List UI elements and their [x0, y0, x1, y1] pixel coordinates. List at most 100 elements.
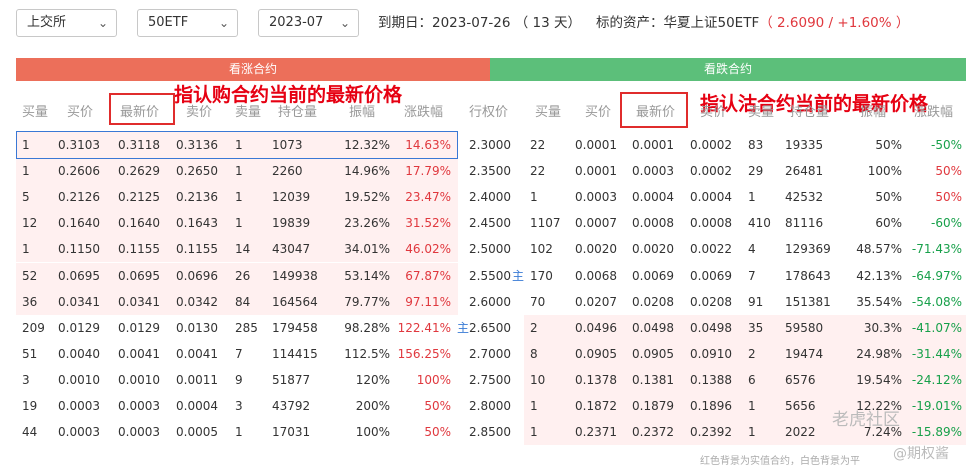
strike-cell: 2.5500 [469, 268, 511, 283]
put-header-open-interest: 持仓量 [790, 105, 830, 120]
put-ask-cell: 0.0208 [690, 294, 732, 309]
call-open-interest-cell: 19839 [272, 216, 311, 231]
call-ask-vol-cell: 7 [235, 346, 243, 361]
put-change-cell: -54.08% [911, 294, 962, 309]
put-ask-cell: 0.1388 [690, 372, 732, 387]
put-amplitude-cell: 60% [875, 216, 902, 231]
put-bid-vol-cell: 1 [530, 425, 538, 440]
put-bid-cell: 0.2371 [575, 425, 617, 440]
put-change-cell: 50% [935, 190, 962, 205]
put-bid-cell: 0.0001 [575, 138, 617, 152]
put-change-cell: -64.97% [911, 268, 962, 283]
put-open-interest-cell: 178643 [785, 268, 831, 283]
put-latest-cell: 0.1381 [632, 372, 674, 387]
call-ask-cell: 0.0005 [176, 425, 218, 440]
put-latest-cell: 0.1879 [632, 399, 674, 413]
call-bid-vol-cell: 52 [22, 268, 38, 283]
strike-cell: 2.4000 [469, 190, 511, 205]
put-latest-cell: 0.2372 [632, 425, 674, 440]
put-bid-cell: 0.1378 [575, 372, 617, 387]
call-amplitude-cell: 200% [355, 399, 390, 413]
call-ask-cell: 0.2136 [176, 190, 218, 205]
main-contract-marker: 主 [512, 268, 525, 283]
expiry-value: 2023-07-26 [432, 15, 511, 31]
strike-cell: 2.7000 [469, 346, 511, 361]
underlying-select[interactable]: 50ETF ⌄ [137, 9, 238, 37]
put-ask-vol-cell: 1 [748, 399, 756, 413]
call-bid-vol-cell: 36 [22, 294, 38, 309]
put-header-ask: 卖价 [700, 105, 727, 120]
put-change-cell: 50% [935, 164, 962, 179]
put-ask-vol-cell: 2 [748, 346, 756, 361]
put-bid-cell: 0.0068 [575, 268, 617, 283]
put-ask-vol-cell: 29 [748, 164, 764, 179]
call-bid-vol-cell: 1 [22, 164, 30, 179]
watermark-community: 老虎社区 [832, 410, 900, 430]
put-bid-cell: 0.1872 [575, 399, 617, 413]
call-header-bid: 买价 [67, 105, 94, 120]
call-bid-vol-cell: 44 [22, 425, 38, 440]
call-ask-cell: 0.0004 [176, 399, 218, 413]
call-ask-cell: 0.0342 [176, 294, 218, 309]
call-open-interest-cell: 43047 [272, 242, 311, 257]
call-amplitude-cell: 100% [355, 425, 390, 440]
call-open-interest-cell: 12039 [272, 190, 311, 205]
asset-info: 标的资产：华夏上证50ETF（ 2.6090 / +1.60% ） [596, 9, 909, 37]
call-open-interest-cell: 2260 [272, 164, 303, 179]
call-change-cell: 31.52% [405, 216, 451, 231]
put-ask-vol-cell: 83 [748, 138, 764, 152]
put-amplitude-cell: 30.3% [863, 320, 902, 335]
put-latest-cell: 0.0001 [632, 138, 674, 152]
call-amplitude-cell: 53.14% [344, 268, 390, 283]
main-contract-marker: 主 [457, 320, 470, 335]
footnote: 红色背景为实值合约，白色背景为平 [700, 456, 860, 467]
strike-cell: 2.6500 [469, 320, 511, 335]
put-ask-vol-cell: 1 [748, 190, 756, 205]
call-ask-vol-cell: 3 [235, 399, 243, 413]
call-ask-cell: 0.1155 [176, 242, 218, 257]
put-ask-vol-cell: 4 [748, 242, 756, 257]
put-bid-cell: 0.0207 [575, 294, 617, 309]
put-amplitude-cell: 35.54% [856, 294, 902, 309]
put-ask-vol-cell: 1 [748, 425, 756, 440]
call-change-cell: 50% [424, 399, 451, 413]
month-select[interactable]: 2023-07 ⌄ [258, 9, 359, 37]
put-open-interest-cell: 5656 [785, 399, 816, 413]
call-header-ask: 卖价 [186, 105, 213, 120]
call-bid-cell: 0.0341 [58, 294, 100, 309]
call-ask-vol-cell: 84 [235, 294, 251, 309]
put-header-amplitude: 振幅 [860, 105, 887, 120]
exchange-select[interactable]: 上交所 ⌄ [16, 9, 117, 37]
strike-header: 行权价 [469, 105, 509, 120]
strike-cell: 2.8000 [469, 399, 511, 413]
put-ask-cell: 0.1896 [690, 399, 732, 413]
put-ask-cell: 0.2392 [690, 425, 732, 440]
call-open-interest-cell: 51877 [272, 372, 311, 387]
put-ask-cell: 0.0498 [690, 320, 732, 335]
put-bid-vol-cell: 10 [530, 372, 546, 387]
call-ask-cell: 0.0130 [176, 320, 218, 335]
put-bid-vol-cell: 170 [530, 268, 553, 283]
put-ask-cell: 0.0004 [690, 190, 732, 205]
call-open-interest-cell: 149938 [272, 268, 318, 283]
call-change-cell: 17.79% [405, 164, 451, 179]
put-change-cell: -24.12% [911, 372, 962, 387]
call-open-interest-cell: 43792 [272, 399, 311, 413]
call-ask-cell: 0.1643 [176, 216, 218, 231]
put-open-interest-cell: 151381 [785, 294, 831, 309]
put-header-bid: 买价 [585, 105, 612, 120]
call-change-cell: 23.47% [405, 190, 451, 205]
put-bid-cell: 0.0003 [575, 190, 617, 205]
put-ask-cell: 0.0069 [690, 268, 732, 283]
call-latest-cell: 0.2629 [118, 164, 160, 179]
call-bid-vol-cell: 209 [22, 320, 45, 335]
put-open-interest-cell: 19335 [785, 138, 824, 152]
call-open-interest-cell: 164564 [272, 294, 318, 309]
call-bid-vol-cell: 3 [22, 372, 30, 387]
put-open-interest-cell: 42532 [785, 190, 824, 205]
days-remaining: （ 13 天） [514, 15, 582, 31]
call-ask-vol-cell: 1 [235, 164, 243, 179]
call-ask-vol-cell: 9 [235, 372, 243, 387]
call-ask-cell: 0.2650 [176, 164, 218, 179]
call-bid-cell: 0.1640 [58, 216, 100, 231]
